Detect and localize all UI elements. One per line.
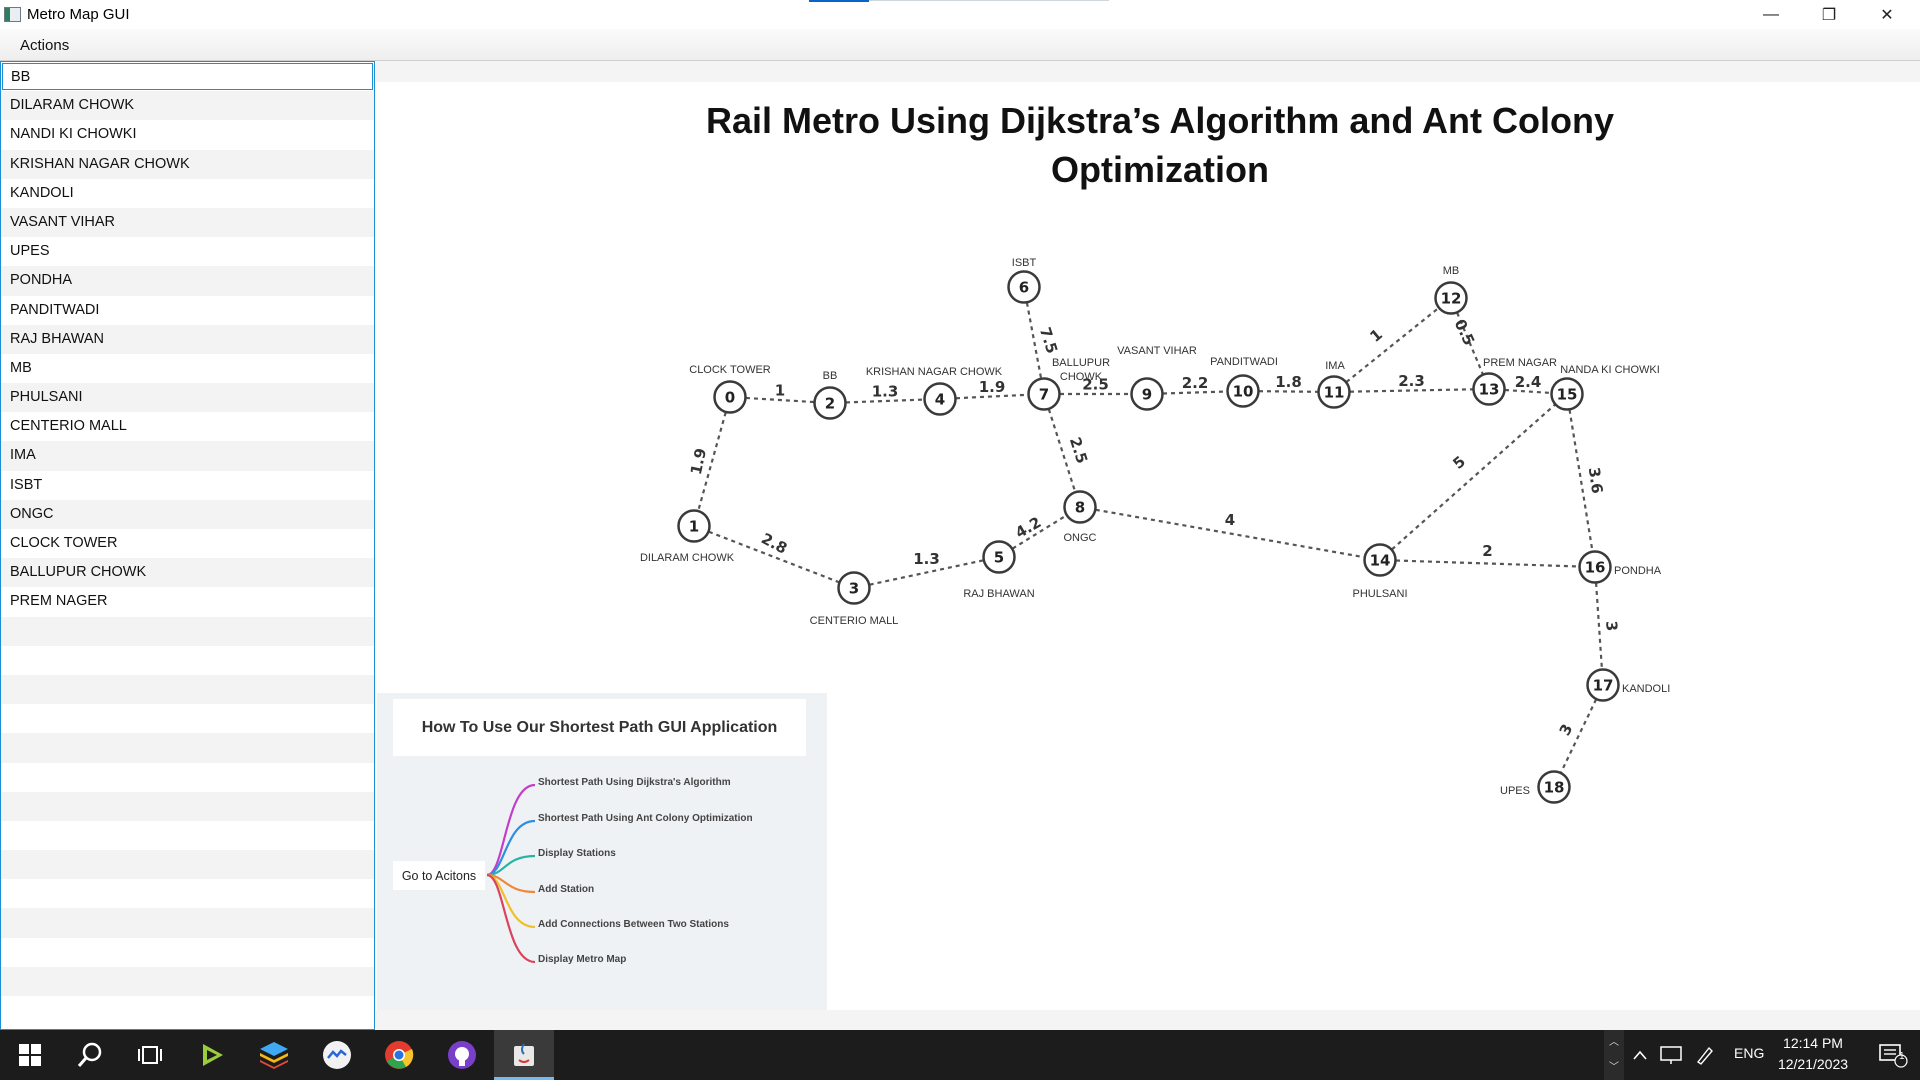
windows-start-icon[interactable] bbox=[0, 1030, 60, 1080]
station-list-empty-row[interactable] bbox=[1, 966, 374, 996]
title-bar: Metro Map GUI — ❐ ✕ bbox=[0, 0, 1920, 29]
help-item: Display Stations bbox=[538, 848, 616, 859]
station-list-empty-row[interactable] bbox=[1, 938, 374, 967]
station-list-empty-row[interactable] bbox=[1, 821, 374, 850]
station-list-item[interactable]: PREM NAGER bbox=[1, 587, 374, 616]
station-list-item[interactable]: ONGC bbox=[1, 499, 374, 529]
station-list-empty-row[interactable] bbox=[1, 996, 374, 1025]
clock-time: 12:14 PM bbox=[1783, 1035, 1843, 1051]
station-list-item[interactable]: UPES bbox=[1, 237, 374, 266]
help-item: Shortest Path Using Dijkstra's Algorithm bbox=[538, 777, 731, 788]
station-list-item[interactable]: DILARAM CHOWK bbox=[1, 91, 374, 121]
station-list-item[interactable]: PONDHA bbox=[1, 266, 374, 296]
station-list-empty-row[interactable] bbox=[1, 791, 374, 821]
metro-map-title-line2: Optimization bbox=[1051, 149, 1269, 190]
station-list-empty-row[interactable] bbox=[1, 616, 374, 646]
window-title: Metro Map GUI bbox=[27, 6, 130, 23]
maximize-button[interactable]: ❐ bbox=[1800, 0, 1858, 29]
pen-icon[interactable] bbox=[1690, 1030, 1720, 1080]
help-item: Display Metro Map bbox=[538, 954, 627, 965]
station-list-item[interactable]: IMA bbox=[1, 441, 374, 471]
show-hidden-icons-icon[interactable] bbox=[1626, 1030, 1654, 1080]
help-item: Add Connections Between Two Stations bbox=[538, 919, 729, 930]
bluestacks-icon[interactable] bbox=[244, 1030, 304, 1080]
help-root-node: Go to Acitons bbox=[393, 861, 485, 890]
language-indicator[interactable]: ENG bbox=[1734, 1045, 1764, 1061]
notification-count: 1 bbox=[1899, 1051, 1905, 1062]
station-list-item[interactable]: PHULSANI bbox=[1, 383, 374, 413]
app-window: Metro Map GUI — ❐ ✕ Actions BB DILARAM CH… bbox=[0, 0, 1920, 1080]
station-list-item[interactable]: VASANT VIHAR bbox=[1, 207, 374, 238]
taskbar-scroll[interactable]: ︿ ﹀ bbox=[1604, 1030, 1624, 1080]
station-list-item[interactable]: BB bbox=[2, 63, 373, 91]
station-list-empty-row[interactable] bbox=[1, 850, 374, 880]
station-list-empty-row[interactable] bbox=[1, 704, 374, 733]
notification-center-icon[interactable]: 1 bbox=[1866, 1030, 1920, 1080]
station-list-item[interactable]: KRISHAN NAGAR CHOWK bbox=[1, 149, 374, 179]
game-app-icon[interactable] bbox=[183, 1030, 243, 1080]
chevron-down-icon[interactable]: ﹀ bbox=[1604, 1055, 1624, 1080]
station-list-empty-row[interactable] bbox=[1, 879, 374, 908]
station-list-item[interactable]: CENTERIO MALL bbox=[1, 412, 374, 441]
title-accent-line bbox=[809, 0, 869, 2]
help-item: Shortest Path Using Ant Colony Optimizat… bbox=[538, 813, 753, 824]
github-icon[interactable] bbox=[432, 1030, 492, 1080]
station-list-empty-row[interactable] bbox=[1, 646, 374, 675]
help-item: Add Station bbox=[538, 884, 595, 895]
help-title: How To Use Our Shortest Path GUI Applica… bbox=[393, 699, 806, 756]
metro-map-title: Rail Metro Using Dijkstra’s Algorithm an… bbox=[680, 96, 1640, 194]
app-icon bbox=[4, 7, 21, 22]
station-list-empty-row[interactable] bbox=[1, 908, 374, 938]
station-list-empty-row[interactable] bbox=[1, 733, 374, 763]
clock-date: 12/21/2023 bbox=[1777, 1056, 1849, 1072]
station-list-item[interactable]: CLOCK TOWER bbox=[1, 529, 374, 558]
menu-bar: Actions bbox=[0, 29, 1920, 61]
station-list-empty-row[interactable] bbox=[1, 674, 374, 705]
chrome-icon[interactable] bbox=[369, 1030, 429, 1080]
station-list[interactable]: BB DILARAM CHOWK NANDI KI CHOWKI KRISHAN NA… bbox=[0, 61, 375, 1030]
search-icon[interactable] bbox=[60, 1030, 120, 1080]
menu-actions[interactable]: Actions bbox=[12, 35, 77, 56]
station-list-empty-row[interactable] bbox=[1, 763, 374, 792]
task-view-icon[interactable] bbox=[120, 1030, 180, 1080]
station-list-item[interactable]: BALLUPUR CHOWK bbox=[1, 558, 374, 588]
system-clock[interactable]: 12:14 PM 12/21/2023 bbox=[1768, 1033, 1858, 1075]
station-list-item[interactable]: NANDI KI CHOWKI bbox=[1, 120, 374, 149]
station-list-item[interactable]: PANDITWADI bbox=[1, 296, 374, 325]
title-accent-line-secondary bbox=[869, 0, 1109, 1]
metro-map-title-line1: Rail Metro Using Dijkstra’s Algorithm an… bbox=[705, 100, 1615, 141]
chat-app-icon[interactable] bbox=[307, 1030, 367, 1080]
station-list-item[interactable]: RAJ BHAWAN bbox=[1, 324, 374, 354]
station-list-item[interactable]: MB bbox=[1, 354, 374, 383]
chevron-up-icon[interactable]: ︿ bbox=[1604, 1030, 1624, 1055]
minimize-button[interactable]: — bbox=[1742, 0, 1800, 29]
network-icon[interactable] bbox=[1655, 1030, 1687, 1080]
station-list-item[interactable]: KANDOLI bbox=[1, 179, 374, 208]
java-icon[interactable] bbox=[494, 1030, 554, 1080]
station-list-item[interactable]: ISBT bbox=[1, 471, 374, 500]
close-button[interactable]: ✕ bbox=[1858, 0, 1916, 29]
